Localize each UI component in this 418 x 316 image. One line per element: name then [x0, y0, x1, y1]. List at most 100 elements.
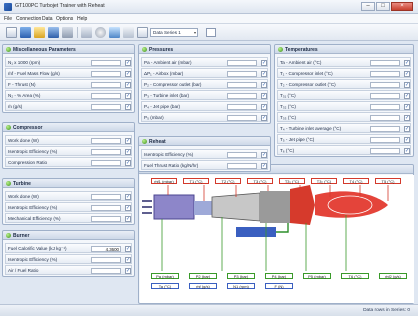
parameter-value-field[interactable]	[227, 103, 257, 110]
record-icon[interactable]	[95, 27, 106, 38]
panel-header[interactable]: Temperatures	[275, 45, 413, 54]
menu-connection[interactable]: Connection	[16, 16, 41, 22]
log-checkbox[interactable]: ✓	[261, 92, 267, 99]
parameter-value-field[interactable]	[227, 70, 257, 77]
panel-status-icon	[142, 47, 147, 52]
panel-header[interactable]: Compressor	[3, 123, 134, 132]
panel-header[interactable]: Pressures	[139, 45, 270, 54]
log-checkbox[interactable]: ✓	[404, 59, 410, 66]
parameter-value-field[interactable]	[370, 81, 400, 88]
log-checkbox[interactable]: ✓	[261, 103, 267, 110]
log-checkbox[interactable]: ✓	[261, 162, 267, 169]
parameter-value-field[interactable]	[91, 215, 121, 222]
maximize-button[interactable]: □	[376, 2, 390, 11]
parameter-value-field[interactable]	[227, 151, 257, 158]
open-folder-icon[interactable]	[34, 27, 45, 38]
log-checkbox[interactable]: ✓	[125, 103, 131, 110]
parameter-value-field[interactable]	[91, 59, 121, 66]
print-icon[interactable]	[62, 27, 73, 38]
parameter-label: Work done (W)	[8, 138, 39, 143]
pen-icon[interactable]	[81, 27, 92, 38]
log-checkbox[interactable]: ✓	[125, 81, 131, 88]
data-series-select[interactable]: Data Series 1 ▾	[150, 28, 198, 37]
color-swatch-button[interactable]	[206, 28, 216, 37]
parameter-row: Isentropic Efficiency (%) ✓	[5, 202, 132, 212]
log-checkbox[interactable]: ✓	[261, 81, 267, 88]
log-checkbox[interactable]: ✓	[125, 204, 131, 211]
minimize-button[interactable]: –	[361, 2, 375, 11]
save-icon[interactable]	[48, 27, 59, 38]
panel-status-icon	[6, 181, 11, 186]
chevron-down-icon: ▾	[193, 30, 196, 35]
menu-options[interactable]: Options	[56, 16, 73, 22]
parameter-value-field[interactable]	[91, 267, 121, 274]
parameter-label: ṁ (g/s)	[8, 104, 23, 109]
panel-header[interactable]: Turbine	[3, 179, 134, 188]
log-checkbox[interactable]: ✓	[125, 193, 131, 200]
series-icon[interactable]	[137, 27, 148, 38]
parameter-value-field[interactable]	[227, 114, 257, 121]
log-checkbox[interactable]: ✓	[261, 59, 267, 66]
parameter-value-field[interactable]: 4.3600	[91, 245, 121, 252]
log-checkbox[interactable]: ✓	[125, 245, 131, 252]
log-checkbox[interactable]: ✓	[404, 81, 410, 88]
parameter-value-field[interactable]	[91, 204, 121, 211]
parameter-value-field[interactable]	[370, 59, 400, 66]
parameter-row: Work done (W) ✓	[5, 191, 132, 201]
log-checkbox[interactable]: ✓	[125, 148, 131, 155]
panel-status-icon	[6, 233, 11, 238]
parameter-label: Mechanical Efficiency (%)	[8, 216, 61, 221]
close-button[interactable]: ×	[391, 2, 413, 11]
parameter-value-field[interactable]	[91, 70, 121, 77]
log-checkbox[interactable]: ✓	[125, 70, 131, 77]
log-checkbox[interactable]: ✓	[125, 215, 131, 222]
panel-header[interactable]: Burner	[3, 231, 134, 240]
log-checkbox[interactable]: ✓	[404, 114, 410, 121]
copy-icon[interactable]	[20, 27, 31, 38]
log-checkbox[interactable]: ✓	[261, 151, 267, 158]
parameter-value-field[interactable]	[370, 125, 400, 132]
parameter-label: Pa - Ambient air (mbar)	[144, 60, 192, 65]
parameter-value-field[interactable]	[91, 81, 121, 88]
chart-icon[interactable]	[123, 27, 134, 38]
parameter-value-field[interactable]	[91, 137, 121, 144]
parameter-value-field[interactable]	[227, 162, 257, 169]
table-icon[interactable]	[109, 27, 120, 38]
panel-header[interactable]: Miscellaneous Parameters	[3, 45, 134, 54]
log-checkbox[interactable]: ✓	[404, 103, 410, 110]
parameter-value-field[interactable]	[91, 103, 121, 110]
parameter-value-field[interactable]	[227, 81, 257, 88]
parameter-value-field[interactable]	[370, 92, 400, 99]
log-checkbox[interactable]: ✓	[125, 137, 131, 144]
parameter-value-field[interactable]	[91, 92, 121, 99]
log-checkbox[interactable]: ✓	[125, 267, 131, 274]
log-checkbox[interactable]: ✓	[404, 70, 410, 77]
parameter-value-field[interactable]	[370, 103, 400, 110]
menu-data[interactable]: Data	[42, 16, 53, 22]
new-icon[interactable]	[6, 27, 17, 38]
log-checkbox[interactable]: ✓	[261, 114, 267, 121]
menu-file[interactable]: File	[4, 16, 12, 22]
parameter-value-field[interactable]	[370, 136, 400, 143]
parameter-value-field[interactable]	[370, 70, 400, 77]
log-checkbox[interactable]: ✓	[404, 147, 410, 154]
log-checkbox[interactable]: ✓	[404, 125, 410, 132]
panel-title: Compressor	[13, 125, 43, 131]
log-checkbox[interactable]: ✓	[125, 256, 131, 263]
parameter-value-field[interactable]	[91, 256, 121, 263]
parameter-value-field[interactable]	[91, 148, 121, 155]
log-checkbox[interactable]: ✓	[404, 136, 410, 143]
parameter-value-field[interactable]	[227, 92, 257, 99]
parameter-value-field[interactable]	[227, 59, 257, 66]
log-checkbox[interactable]: ✓	[125, 159, 131, 166]
parameter-value-field[interactable]	[91, 193, 121, 200]
log-checkbox[interactable]: ✓	[125, 59, 131, 66]
log-checkbox[interactable]: ✓	[125, 92, 131, 99]
panel-header[interactable]: Reheat	[139, 137, 270, 146]
parameter-value-field[interactable]	[370, 114, 400, 121]
parameter-value-field[interactable]	[91, 159, 121, 166]
parameter-value-field[interactable]	[370, 147, 400, 154]
log-checkbox[interactable]: ✓	[404, 92, 410, 99]
log-checkbox[interactable]: ✓	[261, 70, 267, 77]
menu-help[interactable]: Help	[77, 16, 87, 22]
